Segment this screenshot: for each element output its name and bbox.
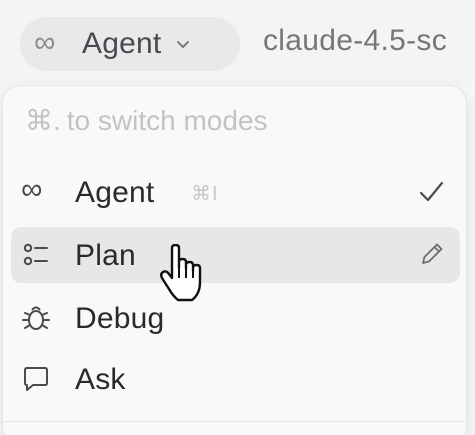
menu-item-plan[interactable]: Plan bbox=[11, 227, 460, 283]
mode-selector-button[interactable]: ∞ Agent bbox=[20, 17, 240, 71]
app-stage: ∞ Agent claude-4.5-sc ⌘. to switch modes … bbox=[0, 0, 475, 435]
mode-dropdown-menu: ⌘. to switch modes ∞ Agent ⌘I Plan Debug… bbox=[2, 85, 467, 435]
check-icon bbox=[419, 181, 444, 202]
bug-icon bbox=[22, 306, 50, 330]
menu-hint: ⌘. to switch modes bbox=[25, 104, 268, 137]
mode-selector-label: Agent bbox=[82, 27, 162, 60]
menu-divider bbox=[3, 421, 466, 422]
plan-list-icon bbox=[23, 243, 48, 266]
model-selector[interactable]: claude-4.5-sc bbox=[263, 24, 447, 58]
menu-item-label: Ask bbox=[75, 363, 126, 396]
pencil-icon[interactable] bbox=[416, 240, 446, 270]
hint-text: to switch modes bbox=[66, 105, 268, 136]
chat-bubble-icon bbox=[24, 367, 48, 391]
menu-item-label: Agent bbox=[75, 176, 155, 209]
hand-cursor-icon bbox=[160, 244, 202, 302]
hint-shortcut: ⌘. bbox=[25, 105, 61, 136]
menu-item-shortcut: ⌘I bbox=[191, 183, 219, 205]
menu-item-ask[interactable]: Ask bbox=[11, 351, 460, 407]
menu-item-debug[interactable]: Debug bbox=[11, 290, 460, 346]
infinity-icon: ∞ bbox=[34, 26, 56, 59]
menu-item-label: Plan bbox=[75, 239, 136, 272]
menu-item-agent[interactable]: ∞ Agent ⌘I bbox=[11, 164, 460, 220]
menu-item-label: Debug bbox=[75, 302, 165, 335]
infinity-icon: ∞ bbox=[21, 173, 43, 206]
chevron-down-icon bbox=[177, 41, 190, 48]
composer-toolbar: ∞ Agent claude-4.5-sc bbox=[0, 0, 475, 84]
